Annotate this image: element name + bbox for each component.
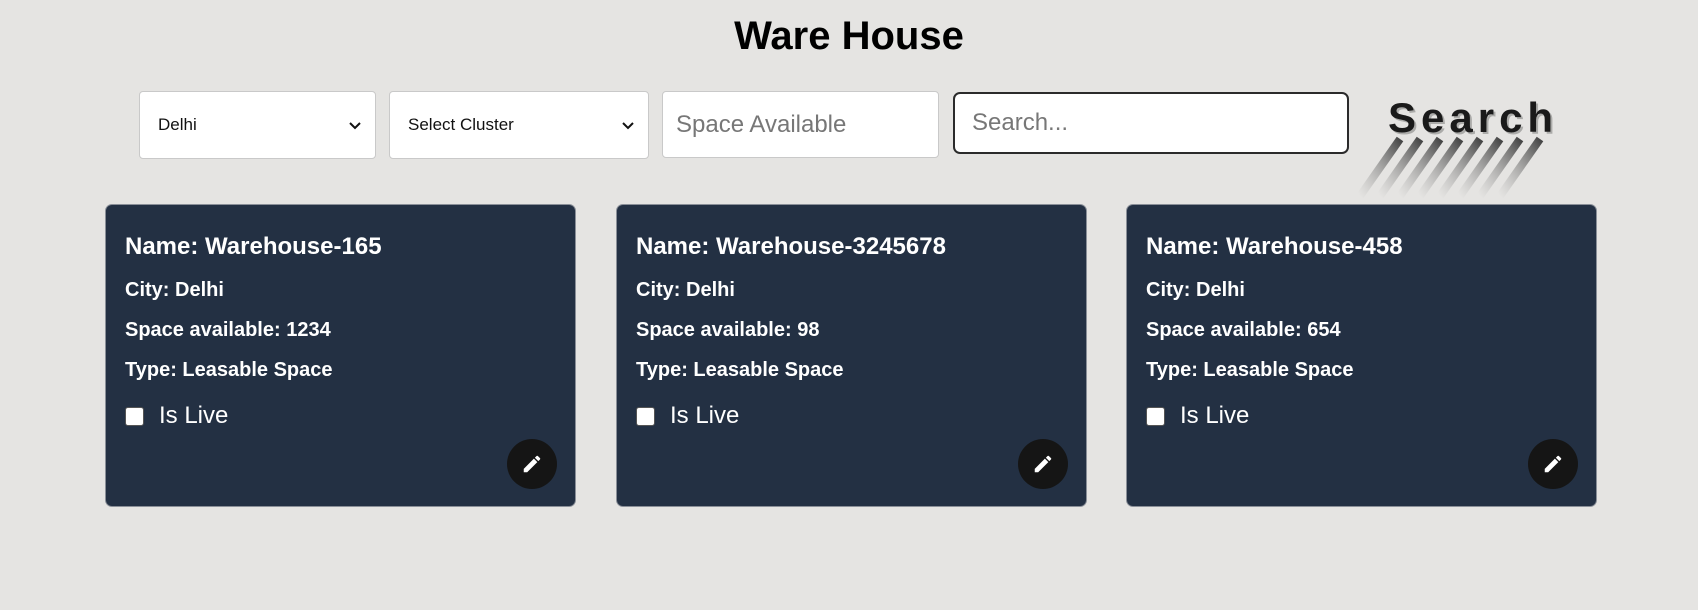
is-live-checkbox[interactable] xyxy=(636,406,655,426)
edit-button[interactable] xyxy=(507,439,557,489)
pencil-icon xyxy=(523,455,541,473)
city-select[interactable]: Delhi xyxy=(139,91,376,159)
warehouse-city: City: Delhi xyxy=(125,279,224,301)
search-input-placeholder: Search... xyxy=(972,109,1069,136)
is-live-label: Is Live xyxy=(670,402,740,429)
search-button[interactable]: Search xyxy=(1352,84,1562,202)
is-live-label: Is Live xyxy=(159,402,229,429)
warehouse-type: Type: Leasable Space xyxy=(636,359,844,381)
space-available-input[interactable]: Space Available xyxy=(662,91,939,158)
is-live-checkbox[interactable] xyxy=(125,406,144,426)
warehouse-card: Name: Warehouse-3245678 City: Delhi Spac… xyxy=(616,204,1087,507)
is-live-toggle[interactable]: Is Live xyxy=(125,402,228,430)
pencil-icon xyxy=(1544,455,1562,473)
is-live-label: Is Live xyxy=(1180,402,1250,429)
pencil-icon xyxy=(1034,455,1052,473)
warehouse-name: Name: Warehouse-3245678 xyxy=(636,233,946,260)
edit-button[interactable] xyxy=(1018,439,1068,489)
warehouse-card: Name: Warehouse-165 City: Delhi Space av… xyxy=(105,204,576,507)
warehouse-type: Type: Leasable Space xyxy=(125,359,333,381)
search-button-label: Search xyxy=(1388,94,1559,141)
warehouse-space: Space available: 654 xyxy=(1146,319,1341,341)
warehouse-space: Space available: 98 xyxy=(636,319,820,341)
page-title: Ware House xyxy=(734,14,964,58)
warehouse-type: Type: Leasable Space xyxy=(1146,359,1354,381)
cluster-select-value: Select Cluster xyxy=(408,115,514,134)
city-select-value: Delhi xyxy=(158,115,197,134)
warehouse-city: City: Delhi xyxy=(1146,279,1245,301)
search-input[interactable]: Search... xyxy=(953,92,1349,154)
warehouse-card: Name: Warehouse-458 City: Delhi Space av… xyxy=(1126,204,1597,507)
chevron-down-icon xyxy=(622,115,634,135)
is-live-toggle[interactable]: Is Live xyxy=(1146,402,1249,430)
chevron-down-icon xyxy=(349,115,361,135)
is-live-toggle[interactable]: Is Live xyxy=(636,402,739,430)
is-live-checkbox[interactable] xyxy=(1146,406,1165,426)
space-available-placeholder: Space Available xyxy=(676,110,847,138)
warehouse-name: Name: Warehouse-165 xyxy=(125,233,382,260)
warehouse-space: Space available: 1234 xyxy=(125,319,331,341)
edit-button[interactable] xyxy=(1528,439,1578,489)
warehouse-city: City: Delhi xyxy=(636,279,735,301)
cluster-select[interactable]: Select Cluster xyxy=(389,91,649,159)
warehouse-name: Name: Warehouse-458 xyxy=(1146,233,1403,260)
